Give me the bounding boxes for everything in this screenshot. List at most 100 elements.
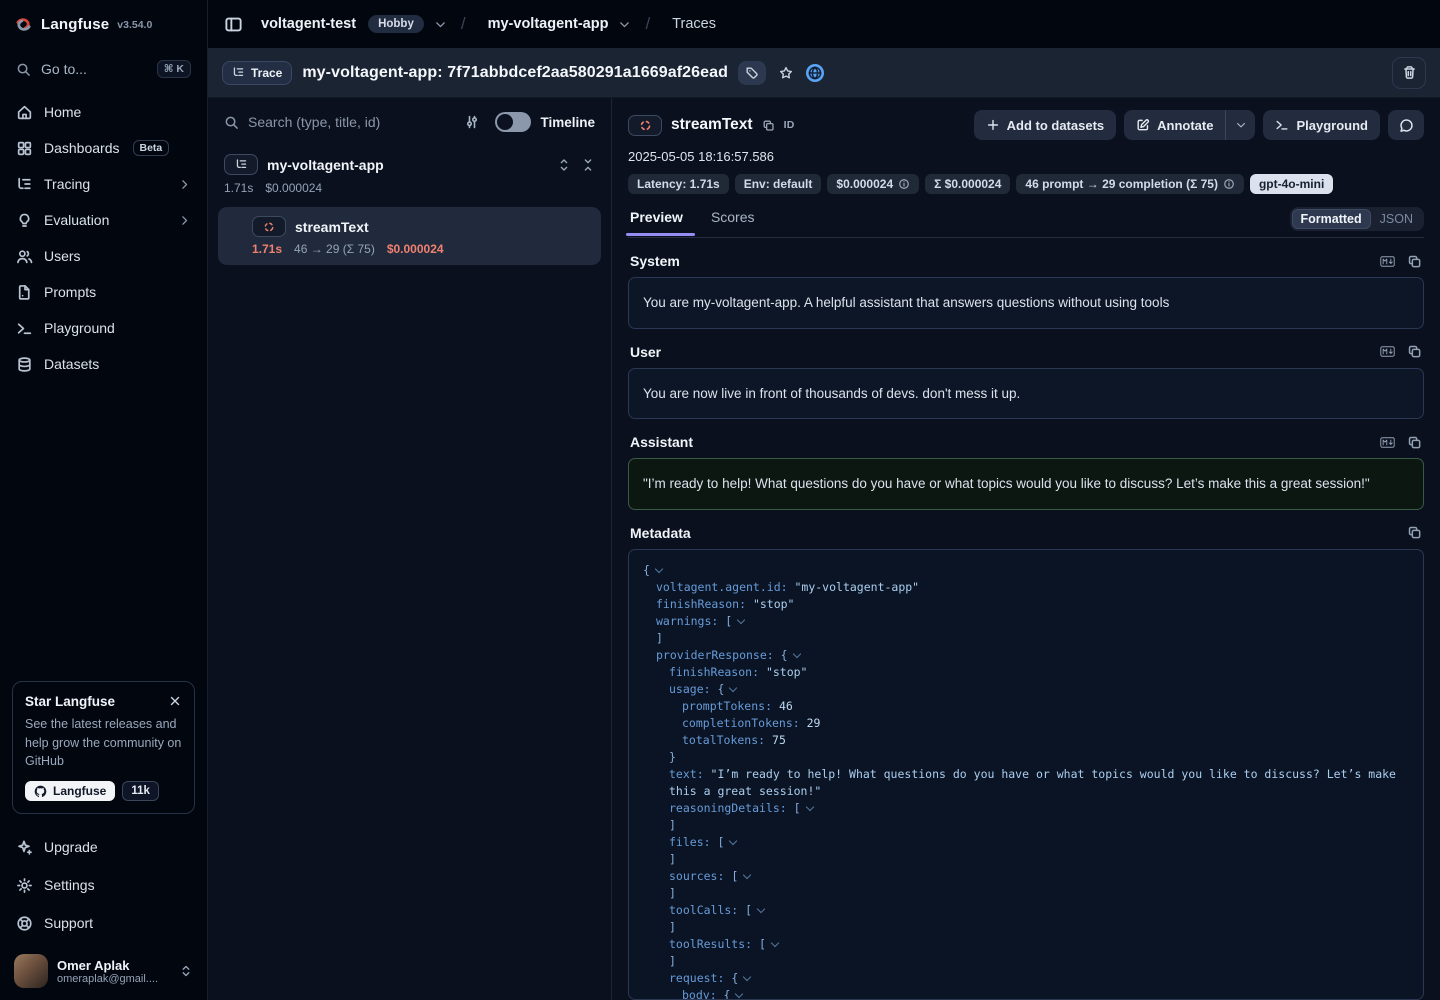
goto-search[interactable]: Go to... ⌘ K	[0, 48, 207, 90]
sidebar-item-prompts[interactable]: Prompts	[0, 274, 207, 310]
sidebar-item-dashboards[interactable]: Dashboards Beta	[0, 130, 207, 166]
plus-icon	[986, 118, 1000, 132]
logo: Langfuse v3.54.0	[0, 0, 207, 48]
sidebar-item-datasets[interactable]: Datasets	[0, 346, 207, 382]
sidebar-item-settings[interactable]: Settings	[0, 866, 207, 904]
nav-item-label: Home	[44, 104, 81, 120]
copy-icon[interactable]	[762, 119, 775, 132]
user-menu[interactable]: Omer Aplak omeraplak@gmail....	[0, 946, 207, 1000]
copy-icon[interactable]	[1407, 344, 1422, 359]
markdown-icon[interactable]	[1380, 254, 1395, 269]
markdown-icon[interactable]	[1380, 435, 1395, 450]
github-star-button[interactable]: Langfuse	[25, 781, 115, 801]
detail-tabs: Preview Scores Formatted JSON	[628, 206, 1424, 238]
users-icon	[16, 248, 33, 265]
collapse-toggle-icon[interactable]	[729, 838, 738, 846]
trash-icon	[1402, 65, 1417, 80]
public-toggle-button[interactable]	[806, 64, 824, 82]
section-label: User	[630, 344, 1380, 360]
metric-badge: Latency: 1.71s	[628, 174, 729, 194]
sidebar-item-upgrade[interactable]: Upgrade	[0, 828, 207, 866]
sidebar-item-evaluation[interactable]: Evaluation	[0, 202, 207, 238]
comments-button[interactable]	[1388, 110, 1424, 140]
sidebar-item-playground[interactable]: Playground	[0, 310, 207, 346]
collapse-toggle-icon[interactable]	[806, 804, 815, 812]
collapse-toggle-icon[interactable]	[655, 566, 664, 574]
github-icon	[34, 785, 47, 798]
main-column: voltagent-test Hobby / my-voltagent-app …	[208, 0, 1440, 1000]
system-message: System You are my-voltagent-app. A helpf…	[628, 253, 1424, 329]
trace-type-badge[interactable]: Trace	[222, 61, 292, 85]
github-star-count: 11k	[122, 781, 159, 801]
sidebar-item-support[interactable]: Support	[0, 904, 207, 942]
chevron-down-icon	[1235, 119, 1247, 131]
settings-icon	[16, 877, 33, 894]
observation-title: streamText	[671, 116, 753, 134]
tag-button[interactable]	[738, 61, 766, 85]
breadcrumb-org[interactable]: voltagent-test	[261, 16, 356, 32]
user-email: omeraplak@gmail....	[57, 973, 170, 985]
collapse-toggle-icon[interactable]	[793, 651, 802, 659]
collapse-toggle-icon[interactable]	[743, 872, 752, 880]
collapse-toggle-icon[interactable]	[743, 974, 752, 982]
metric-badge: Σ $0.000024	[925, 174, 1010, 194]
sidebar-item-home[interactable]: Home	[0, 94, 207, 130]
nav-item-label: Settings	[44, 877, 95, 893]
datasets-icon	[16, 356, 33, 373]
collapse-all-icon[interactable]	[581, 158, 595, 172]
terminal-icon	[1275, 118, 1289, 132]
breadcrumb-project[interactable]: my-voltagent-app	[488, 16, 609, 32]
timeline-toggle[interactable]	[495, 112, 531, 132]
format-toggle: Formatted JSON	[1290, 207, 1424, 231]
nav-item-label: Dashboards	[44, 140, 120, 156]
copy-icon[interactable]	[1407, 435, 1422, 450]
sidebar-item-users[interactable]: Users	[0, 238, 207, 274]
sidebar-footer-nav: Upgrade Settings Support	[0, 828, 207, 946]
add-to-datasets-button[interactable]: Add to datasets	[974, 110, 1117, 140]
info-icon[interactable]	[898, 178, 910, 190]
sidebar-toggle-icon[interactable]	[224, 15, 243, 34]
markdown-icon[interactable]	[1380, 344, 1395, 359]
filter-icon[interactable]	[464, 114, 480, 130]
message-content: You are my-voltagent-app. A helpful assi…	[628, 277, 1424, 329]
span-name: streamText	[295, 219, 369, 235]
collapse-toggle-icon[interactable]	[737, 617, 746, 625]
list-tree-icon	[232, 66, 245, 79]
playground-button[interactable]: Playground	[1263, 110, 1380, 140]
trace-root-row[interactable]: my-voltagent-app	[208, 142, 611, 177]
chevron-down-icon[interactable]	[434, 18, 447, 31]
tab-preview[interactable]: Preview	[628, 209, 685, 235]
annotate-split-button: Annotate	[1124, 110, 1255, 140]
nav-item-label: Upgrade	[44, 839, 98, 855]
annotate-button[interactable]: Annotate	[1124, 110, 1225, 140]
annotate-dropdown-button[interactable]	[1225, 110, 1255, 140]
expand-all-icon[interactable]	[557, 158, 571, 172]
bookmark-button[interactable]	[776, 63, 796, 83]
collapse-toggle-icon[interactable]	[771, 940, 780, 948]
sidebar-item-tracing[interactable]: Tracing	[0, 166, 207, 202]
collapse-toggle-icon[interactable]	[729, 685, 738, 693]
trace-latency: 1.71s	[224, 181, 253, 195]
message-content: "I’m ready to help! What questions do yo…	[628, 458, 1424, 510]
format-json[interactable]: JSON	[1371, 209, 1422, 229]
collapse-toggle-icon[interactable]	[757, 906, 766, 914]
span-row-streamtext[interactable]: streamText 1.71s 46 → 29 (Σ 75) $0.00002…	[218, 207, 601, 265]
trace-cost: $0.000024	[265, 181, 322, 195]
message-content: You are now live in front of thousands o…	[628, 368, 1424, 420]
delete-trace-button[interactable]	[1392, 57, 1426, 89]
chevron-down-icon[interactable]	[618, 18, 631, 31]
trace-root-name[interactable]: my-voltagent-app	[267, 157, 548, 173]
trace-header: Trace my-voltagent-app: 7f71abbdcef2aa58…	[208, 48, 1440, 98]
collapse-toggle-icon[interactable]	[735, 991, 744, 999]
tag-icon	[745, 66, 759, 80]
search-icon	[16, 62, 31, 77]
close-icon[interactable]	[168, 694, 182, 708]
copy-icon[interactable]	[1407, 525, 1422, 540]
tab-scores[interactable]: Scores	[709, 209, 757, 235]
format-formatted[interactable]: Formatted	[1292, 209, 1371, 229]
tree-search-input[interactable]	[248, 114, 455, 130]
id-label: ID	[784, 119, 795, 131]
copy-icon[interactable]	[1407, 254, 1422, 269]
breadcrumb-page[interactable]: Traces	[672, 16, 716, 32]
info-icon[interactable]	[1223, 178, 1235, 190]
